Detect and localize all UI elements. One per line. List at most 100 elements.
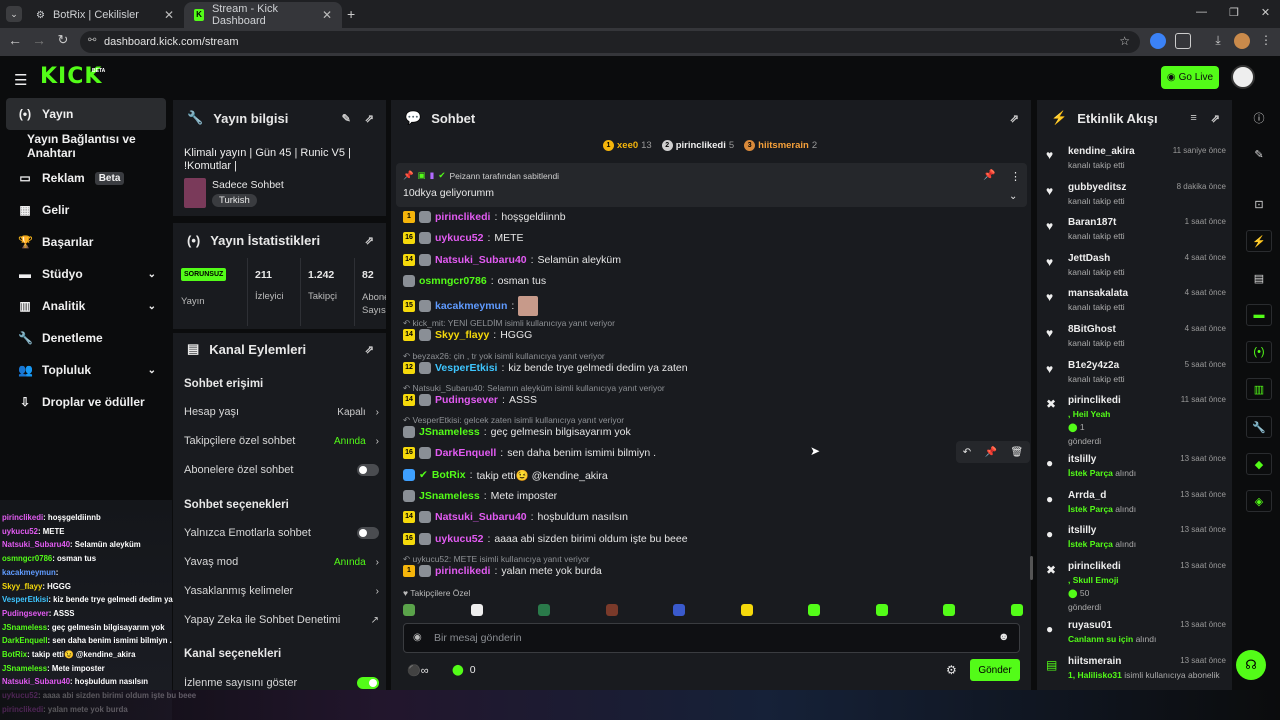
show-viewers-toggle[interactable] <box>357 677 379 689</box>
emote-icon[interactable] <box>808 604 821 616</box>
minimize-icon[interactable]: — <box>1196 6 1207 19</box>
emote-icon[interactable] <box>403 604 415 616</box>
emote-icon[interactable] <box>605 604 618 616</box>
forward-icon[interactable]: → <box>29 32 49 48</box>
popout-icon[interactable]: ⇗ <box>365 234 374 247</box>
input-badge-icon[interactable]: ◉ <box>413 632 422 643</box>
chat-message[interactable]: 14 Natsuki_Subaru40: hoşbuldum nasılsın <box>403 511 628 524</box>
bolt-icon[interactable]: ⚡ <box>1246 230 1272 252</box>
activity-item[interactable]: ♥ 8BitGhost kanalı takip etti 4 saat önce <box>1046 324 1226 348</box>
chat-username[interactable]: Natsuki_Subaru40 <box>435 511 527 523</box>
chat-message[interactable]: 1 pirinclikedi: hoşşgeldiinnb <box>403 211 566 223</box>
sidebar-item-stream-key[interactable]: Yayın Bağlantısı ve Anahtarı <box>6 130 166 162</box>
send-button[interactable]: Gönder <box>970 659 1020 681</box>
activity-item[interactable]: ♥ JettDash kanalı takip etti 4 saat önce <box>1046 253 1226 277</box>
new-tab-button[interactable]: + <box>347 6 355 22</box>
edit-icon[interactable]: ✎ <box>342 112 351 125</box>
popout-icon[interactable]: ⇗ <box>1211 112 1220 125</box>
chat-username[interactable]: DarkEnquell <box>435 447 496 459</box>
ai-moderation-row[interactable]: Yapay Zeka ile Sohbet Denetimi ↗ <box>184 614 379 626</box>
document-icon[interactable]: ▤ <box>1246 267 1272 289</box>
activity-item[interactable]: ▤ hiitsmerain 1, Halilisko31 isimli kullan… <box>1046 656 1226 680</box>
leader-entry[interactable]: 3 hiitsmerain 2 <box>744 140 817 151</box>
emote-icon[interactable] <box>673 604 686 616</box>
chat-username[interactable]: Pudingsever <box>435 394 498 406</box>
close-tab-icon[interactable]: ✕ <box>164 8 174 22</box>
chat-message[interactable]: 16 uykucu52: METE <box>403 232 524 245</box>
sidebar-item-denetleme[interactable]: 🔧 Denetleme <box>6 322 166 354</box>
chat-settings-gear-icon[interactable]: ⚙ <box>946 663 957 677</box>
emote-icon[interactable] <box>470 604 483 616</box>
activity-item[interactable]: ♥ Baran187t kanalı takip etti 1 saat önce <box>1046 217 1226 241</box>
delete-icon[interactable]: 🗑 <box>1011 447 1024 458</box>
chat-message[interactable]: 15 kacakmeymun: <box>403 296 539 317</box>
extension-icon[interactable] <box>1150 33 1166 49</box>
user-avatar[interactable] <box>1231 65 1255 89</box>
chat-message[interactable]: JSnameless: geç gelmesin bilgisayarım yok <box>403 426 631 439</box>
sidebar-item-topluluk[interactable]: 👥 Topluluk ⌄ <box>6 354 166 386</box>
pin-icon[interactable]: 📌 <box>985 447 997 458</box>
address-bar[interactable]: ⚯ dashboard.kick.com/stream ☆ <box>80 31 1140 53</box>
followers-only-row[interactable]: Takipçilere özel sohbet Anında › <box>184 435 379 447</box>
leader-entry[interactable]: 2 pirinclikedi 5 <box>661 140 734 151</box>
chat-username[interactable]: pirinclikedi <box>435 211 490 223</box>
shield-icon[interactable]: ◆ <box>1246 453 1272 475</box>
sidebar-item-droplar[interactable]: ⇩ Droplar ve ödüller <box>6 386 166 418</box>
activity-item[interactable]: ♥ gubbyeditsz kanalı takip etti 8 dakika ön… <box>1046 182 1226 206</box>
sidebar-item-analitik[interactable]: ▥ Analitik ⌄ <box>6 290 166 322</box>
leader-entry[interactable]: 1 xee0 13 <box>603 140 652 151</box>
unpin-icon[interactable]: 📌 <box>983 170 995 181</box>
activity-item[interactable]: ● itslilly İstek Parça alındı 13 saat önce <box>1046 454 1226 478</box>
capture-icon[interactable]: ⊡ <box>1246 193 1272 215</box>
bookmark-star-icon[interactable]: ☆ <box>1119 34 1130 48</box>
activity-item[interactable]: ● itslilly İstek Parça alındı 13 saat önce <box>1046 525 1226 549</box>
go-live-button[interactable]: ◉ Go Live <box>1161 66 1219 89</box>
tag-icon[interactable]: ◈ <box>1246 490 1272 512</box>
profile-avatar-icon[interactable] <box>1234 33 1250 49</box>
info-icon[interactable]: ⓘ <box>1246 107 1272 129</box>
popout-icon[interactable]: ⇗ <box>1010 112 1019 125</box>
activity-item[interactable]: ♥ kendine_akira kanalı takip etti 11 saniye… <box>1046 146 1226 170</box>
hamburger-menu-icon[interactable]: ☰ <box>14 71 27 89</box>
emote-icon[interactable] <box>740 604 753 616</box>
wrench-icon[interactable]: 🔧 <box>1246 416 1272 438</box>
activity-item[interactable]: ✖ pirinclikedi, Skull Emoji ⬤ 50 gönderdi 13… <box>1046 561 1226 612</box>
reply-icon[interactable]: ↶ <box>963 447 971 458</box>
chat-message[interactable]: 14 Skyy_flayy: HGGG <box>403 329 532 342</box>
site-info-icon[interactable]: ⚯ <box>88 35 96 46</box>
sidebar-item-yayin[interactable]: (•) Yayın <box>6 98 166 130</box>
emote-only-toggle[interactable] <box>357 527 379 539</box>
popout-icon[interactable]: ⇗ <box>365 343 374 356</box>
sidebar-item-gelir[interactable]: ▦ Gelir <box>6 194 166 226</box>
chat-username[interactable]: JSnameless <box>419 490 480 502</box>
activity-item[interactable]: ♥ B1e2y4z2a kanalı takip etti 5 saat önce <box>1046 360 1226 384</box>
filter-icon[interactable]: ≡ <box>1190 112 1196 125</box>
sidebar-item-reklam[interactable]: ▭ Reklam Beta <box>6 162 166 194</box>
account-age-row[interactable]: Hesap yaşı Kapalı › <box>184 406 379 418</box>
chat-username[interactable]: uykucu52 <box>435 232 483 244</box>
chat-message[interactable]: 16 DarkEnquell: sen daha benim ismimi bilm… <box>403 447 656 460</box>
support-headset-icon[interactable]: ☊ <box>1236 650 1266 680</box>
chat-username[interactable]: kacakmeymun <box>435 300 507 312</box>
download-icon[interactable]: ⤓ <box>1210 33 1226 49</box>
tab-kick-dashboard[interactable]: K Stream - Kick Dashboard ✕ <box>184 2 342 28</box>
emote-icon[interactable] <box>943 604 956 616</box>
emote-icon[interactable] <box>1010 604 1023 616</box>
chat-username[interactable]: JSnameless <box>419 426 480 438</box>
chat-username[interactable]: BotRix <box>432 469 466 481</box>
restore-icon[interactable]: ❐ <box>1229 6 1239 19</box>
broadcast-icon[interactable]: (•) <box>1246 341 1272 363</box>
close-window-icon[interactable]: ✕ <box>1261 6 1270 19</box>
chat-message[interactable]: 16 uykucu52: aaaa abi sizden birimi oldum … <box>403 532 688 545</box>
tab-list-button[interactable]: ⌄ <box>6 6 22 22</box>
reload-icon[interactable]: ↻ <box>53 32 73 48</box>
activity-item[interactable]: ● Arrda_d İstek Parça alındı 13 saat önce <box>1046 490 1226 514</box>
chat-message[interactable]: ✔ BotRix: takip etti😉 @kendine_akira <box>403 469 608 482</box>
chat-message[interactable]: 14 Natsuki_Subaru40: Selamün aleyküm <box>403 253 621 266</box>
close-tab-icon[interactable]: ✕ <box>322 8 332 22</box>
popout-icon[interactable]: ⇗ <box>365 112 374 125</box>
sidebar-item-studyo[interactable]: ▬ Stüdyo ⌄ <box>6 258 166 290</box>
chat-message[interactable]: 14 Pudingsever: ASSS <box>403 393 537 406</box>
more-icon[interactable]: ⋮ <box>1010 170 1021 183</box>
chat-username[interactable]: VesperEtkisi <box>435 362 497 374</box>
